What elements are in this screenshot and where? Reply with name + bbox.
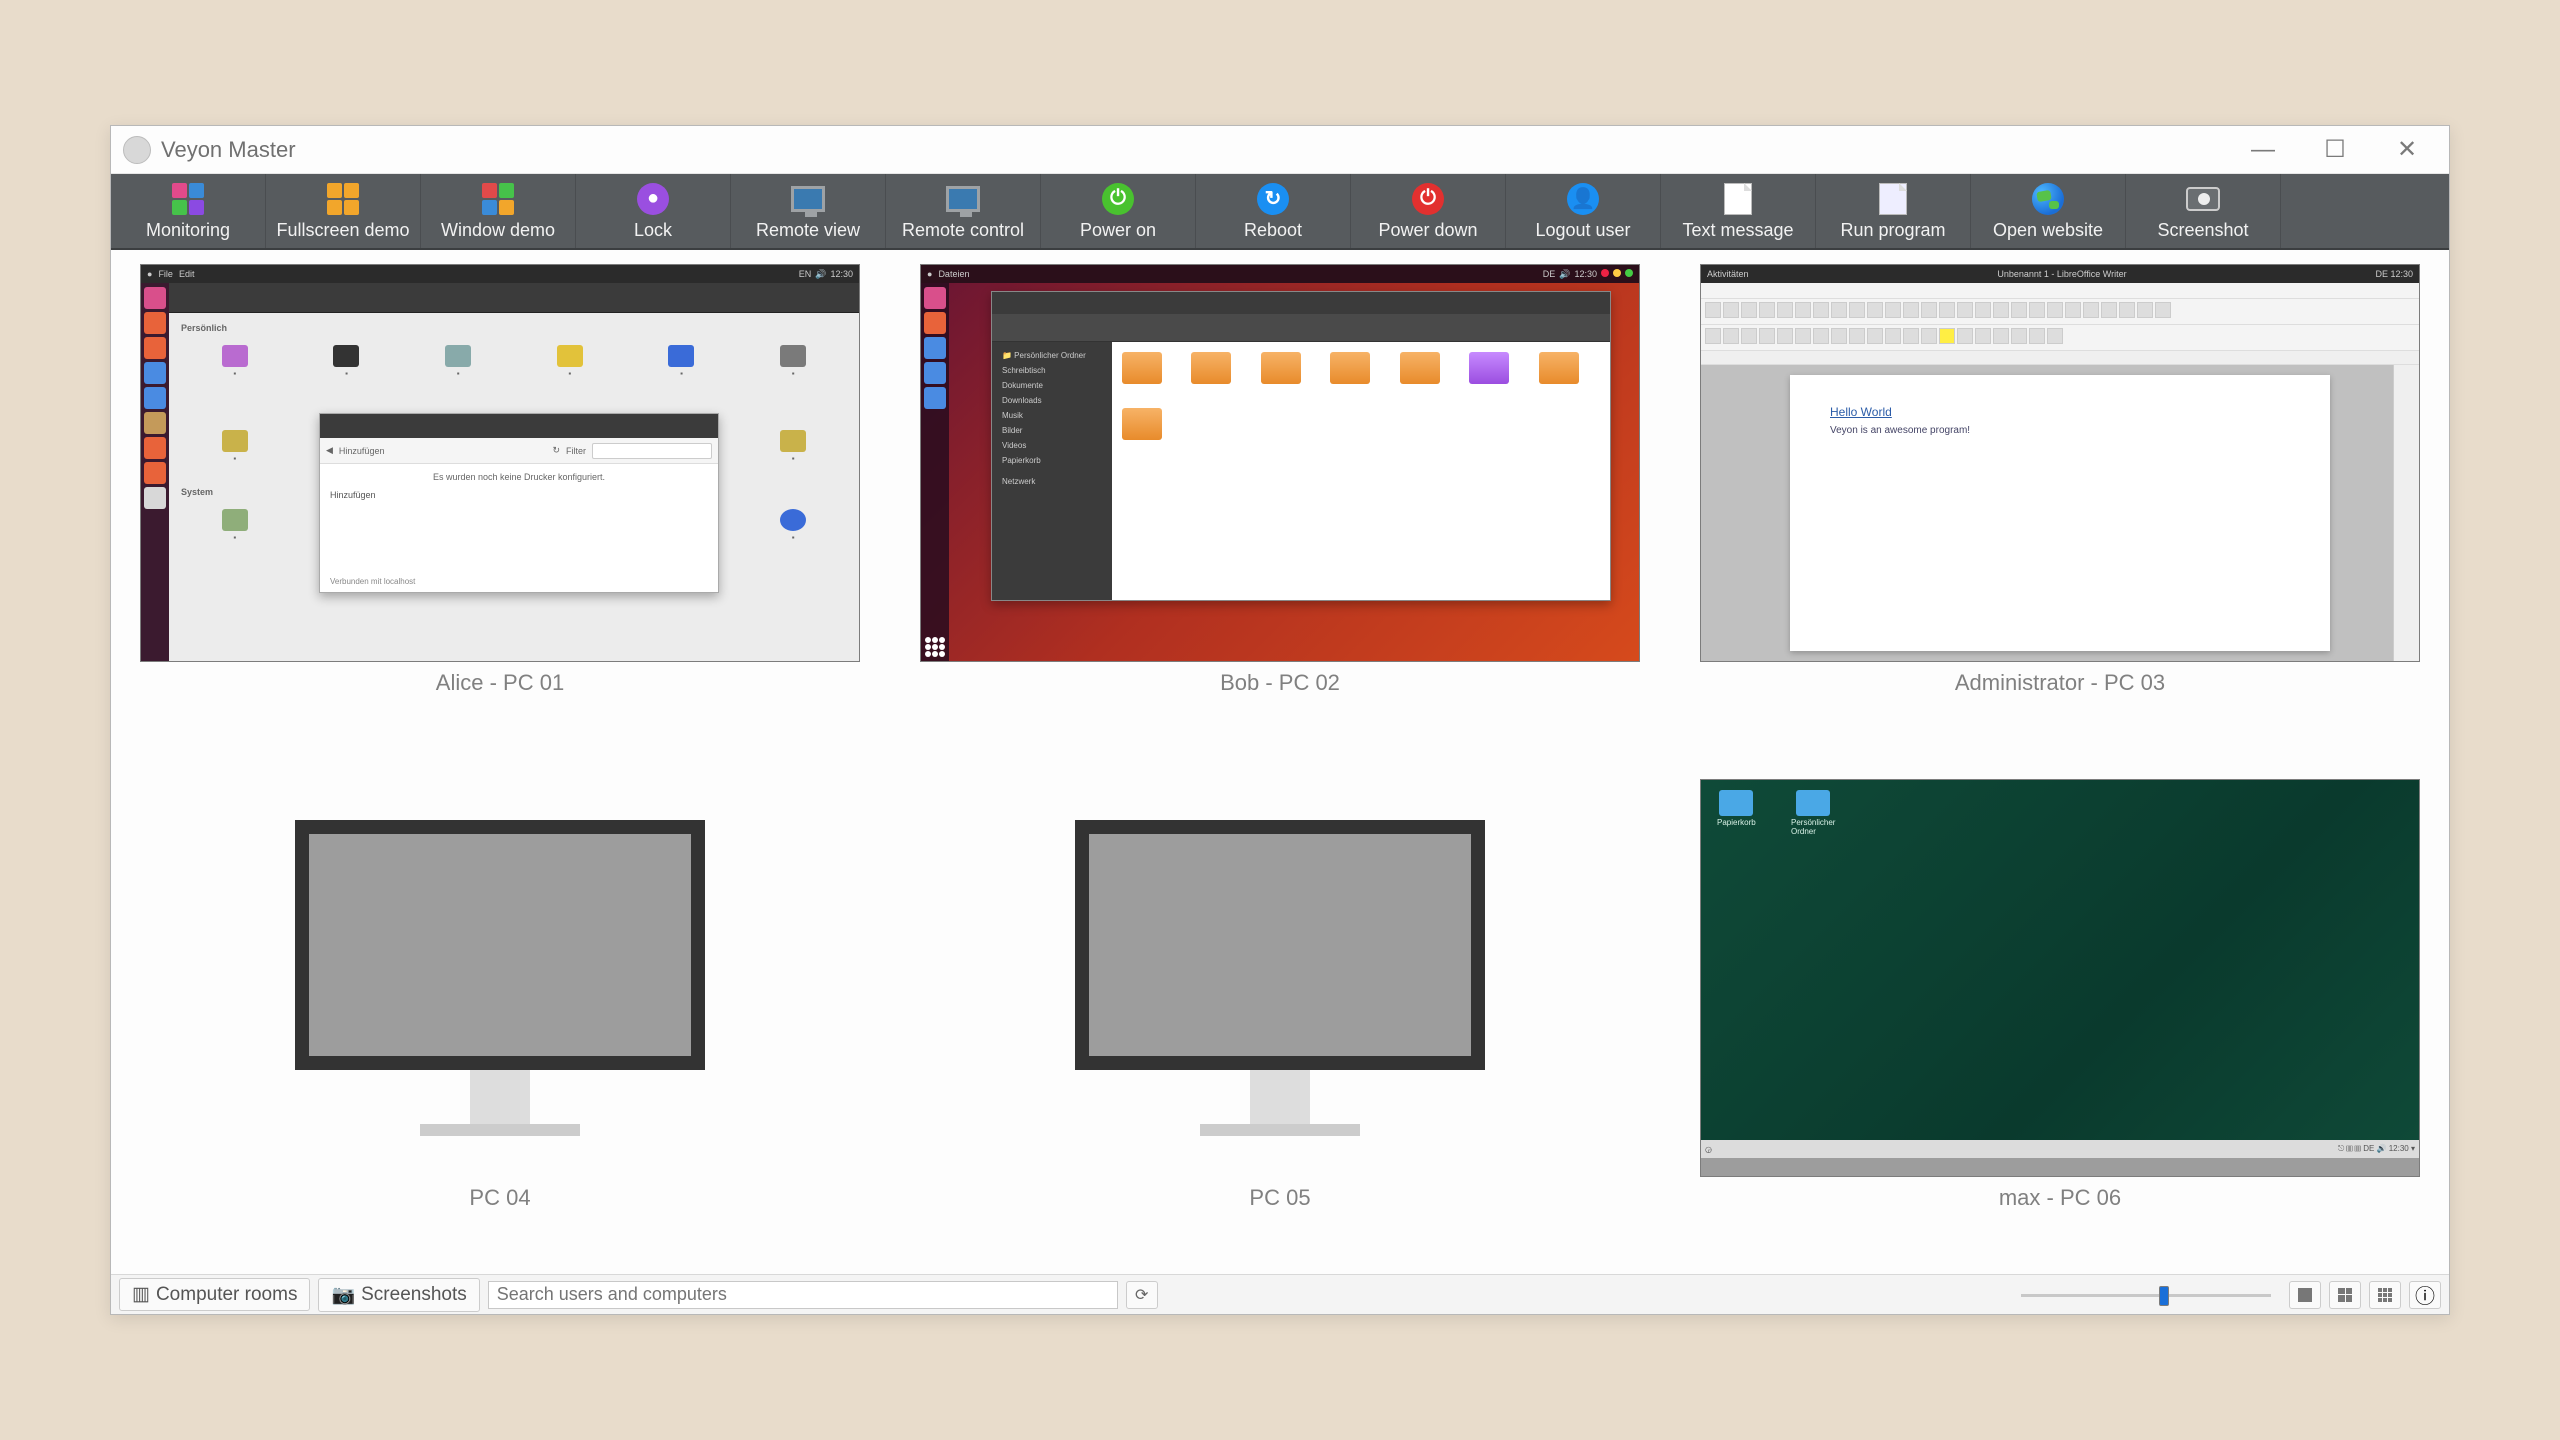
maximize-button[interactable]: ☐ [2299,129,2371,171]
view-grid-small-button[interactable] [2369,1281,2401,1309]
camera-icon: 📷 [331,1283,355,1307]
thumbnail-pc04[interactable] [140,779,860,1177]
run-program-icon [1876,182,1910,216]
run-program-button[interactable]: Run program [1816,174,1971,248]
view-grid-large-button[interactable] [2329,1281,2361,1309]
window-demo-icon [481,182,515,216]
remote-view-icon [791,182,825,216]
power-down-icon: ⏻ [1411,182,1445,216]
remote-control-button[interactable]: Remote control [886,174,1041,248]
titlebar: Veyon Master — ☐ ✕ [111,126,2449,174]
monitor-grid: ●FileEditEN🔊12:30 [111,250,2449,1274]
minimize-button[interactable]: — [2227,129,2299,171]
search-input[interactable] [488,1281,1118,1309]
reboot-button[interactable]: ↻ Reboot [1196,174,1351,248]
app-window: Veyon Master — ☐ ✕ Monitoring Fullsc [110,125,2450,1315]
about-button[interactable]: ⓘ [2409,1281,2441,1309]
computer-rooms-button[interactable]: ▥ Computer rooms [119,1278,310,1311]
window-title: Veyon Master [161,137,296,163]
open-website-button[interactable]: Open website [1971,174,2126,248]
power-on-button[interactable]: ⏻ Power on [1041,174,1196,248]
offline-monitor-icon [295,820,705,1136]
logout-user-button[interactable]: 👤 Logout user [1506,174,1661,248]
app-icon [123,136,151,164]
computer-tile-pc03[interactable]: AktivitätenUnbenannt 1 - LibreOffice Wri… [1685,264,2435,759]
screenshot-icon [2186,182,2220,216]
caption-pc02: Bob - PC 02 [1220,670,1340,696]
caption-pc03: Administrator - PC 03 [1955,670,2165,696]
computer-tile-pc06[interactable]: Papierkorb PersönlicherOrdner ◶⎋ ▥ ▥ DE … [1685,779,2435,1274]
reboot-icon: ↻ [1256,182,1290,216]
caption-pc04: PC 04 [469,1185,530,1211]
toolbar: Monitoring Fullscreen demo Window demo [111,174,2449,250]
monitoring-icon [171,182,205,216]
close-button[interactable]: ✕ [2371,129,2443,171]
thumbnail-pc06[interactable]: Papierkorb PersönlicherOrdner ◶⎋ ▥ ▥ DE … [1700,779,2420,1177]
thumbnail-pc05[interactable] [920,779,1640,1177]
computer-tile-pc01[interactable]: ●FileEditEN🔊12:30 [125,264,875,759]
thumbnail-pc02[interactable]: ●DateienDE🔊12:30 📁 Pe [920,264,1640,662]
remote-control-icon [946,182,980,216]
statusbar: ▥ Computer rooms 📷 Screenshots ⟳ ⓘ [111,1274,2449,1314]
computer-tile-pc04[interactable]: PC 04 [125,779,875,1274]
computer-tile-pc02[interactable]: ●DateienDE🔊12:30 📁 Pe [905,264,1655,759]
monitoring-button[interactable]: Monitoring [111,174,266,248]
thumbnail-pc03[interactable]: AktivitätenUnbenannt 1 - LibreOffice Wri… [1700,264,2420,662]
thumbnail-pc01[interactable]: ●FileEditEN🔊12:30 [140,264,860,662]
panel-icon: ▥ [132,1283,150,1306]
refresh-button[interactable]: ⟳ [1126,1281,1158,1309]
offline-monitor-icon [1075,820,1485,1136]
screenshots-button[interactable]: 📷 Screenshots [318,1278,479,1312]
open-website-icon [2031,182,2065,216]
view-auto-button[interactable] [2289,1281,2321,1309]
lock-button[interactable]: ● Lock [576,174,731,248]
window-demo-button[interactable]: Window demo [421,174,576,248]
computer-tile-pc05[interactable]: PC 05 [905,779,1655,1274]
fullscreen-demo-button[interactable]: Fullscreen demo [266,174,421,248]
text-message-button[interactable]: Text message [1661,174,1816,248]
caption-pc01: Alice - PC 01 [436,670,564,696]
caption-pc06: max - PC 06 [1999,1185,2121,1211]
zoom-slider[interactable] [2021,1282,2271,1308]
text-message-icon [1721,182,1755,216]
fullscreen-demo-icon [326,182,360,216]
screenshot-button[interactable]: Screenshot [2126,174,2281,248]
power-on-icon: ⏻ [1101,182,1135,216]
caption-pc05: PC 05 [1249,1185,1310,1211]
remote-view-button[interactable]: Remote view [731,174,886,248]
lock-icon: ● [636,182,670,216]
logout-user-icon: 👤 [1566,182,1600,216]
power-down-button[interactable]: ⏻ Power down [1351,174,1506,248]
